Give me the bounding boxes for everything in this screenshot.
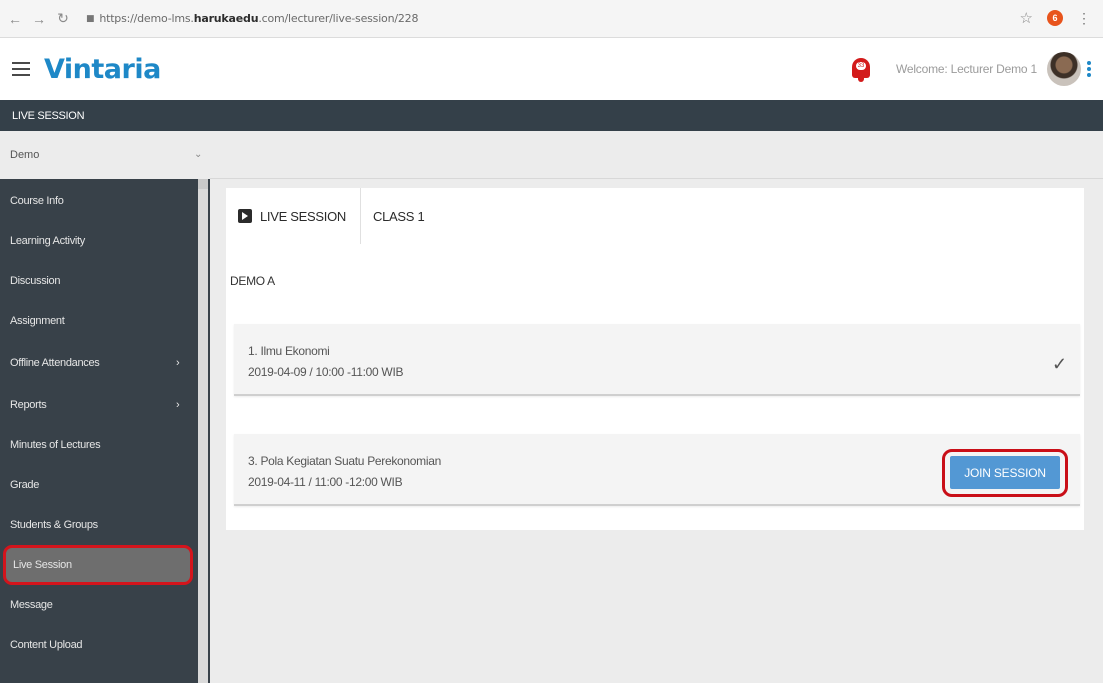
sidebar-item-label: Live Session: [13, 559, 72, 571]
session-title: 3. Pola Kegiatan Suatu Perekonomian: [248, 454, 441, 468]
sidebar-item-grade[interactable]: Grade: [0, 465, 196, 505]
sidebar-item-label: Offline Attendances: [10, 357, 100, 369]
hamburger-menu-icon[interactable]: [12, 62, 30, 76]
sidebar-item-discussion[interactable]: Discussion: [0, 261, 196, 301]
sidebar-item-minutes-of-lectures[interactable]: Minutes of Lectures: [0, 425, 196, 465]
arrow-right-icon[interactable]: →: [30, 10, 48, 28]
sidebar-item-label: Reports: [10, 399, 47, 411]
sidebar-item-course-info[interactable]: Course Info: [0, 181, 196, 221]
sidebar-item-offline-attendances[interactable]: Offline Attendances ›: [0, 343, 196, 383]
tab-live-session[interactable]: LIVE SESSION: [226, 188, 361, 244]
sidebar-item-live-session[interactable]: Live Session: [3, 545, 193, 585]
sidebar-item-label: Minutes of Lectures: [10, 439, 101, 451]
chevron-right-icon: ›: [176, 399, 180, 411]
check-icon: ✓: [1052, 354, 1068, 374]
chevron-right-icon: ›: [176, 357, 180, 369]
reload-icon[interactable]: ↻: [54, 10, 72, 28]
sidebar-item-message[interactable]: Message: [0, 585, 196, 625]
sidebar-item-label: Assignment: [10, 315, 65, 327]
sidebar-scrollbar[interactable]: [198, 185, 208, 683]
tab-label: LIVE SESSION: [260, 208, 346, 224]
welcome-text: Welcome: Lecturer Demo 1: [895, 62, 1037, 76]
avatar[interactable]: [1047, 52, 1081, 86]
user-menu-icon[interactable]: [1087, 61, 1091, 77]
tab-class-1[interactable]: CLASS 1: [361, 188, 425, 244]
browser-toolbar: ← → ↻ ■ https://demo-lms.harukaedu.com/l…: [0, 0, 1103, 38]
sidebar-item-reports[interactable]: Reports ›: [0, 385, 196, 425]
sidebar-item-label: Content Upload: [10, 639, 83, 651]
sidebar-item-label: Learning Activity: [10, 235, 85, 247]
video-camera-icon: [238, 209, 252, 223]
sidebar-item-assignment[interactable]: Assignment: [0, 301, 196, 341]
sidebar-item-label: Grade: [10, 479, 40, 491]
sidebar-item-label: Course Info: [10, 195, 64, 207]
logo[interactable]: Vintaria: [44, 54, 161, 85]
app-header: Vintaria 33 Welcome: Lecturer Demo 1: [0, 38, 1103, 100]
url-text: https://demo-lms.harukaedu.com/lecturer/…: [99, 12, 419, 25]
bookmark-star-icon[interactable]: ☆: [1020, 9, 1033, 27]
group-label: DEMO A: [230, 274, 275, 288]
session-item: 3. Pola Kegiatan Suatu Perekonomian 2019…: [234, 434, 1080, 506]
live-session-card: LIVE SESSION CLASS 1 DEMO A 1. Ilmu Ekon…: [226, 188, 1084, 530]
tab-label: CLASS 1: [373, 208, 425, 224]
chevron-down-icon[interactable]: ⌄: [194, 149, 202, 160]
arrow-left-icon[interactable]: ←: [6, 10, 24, 28]
address-bar[interactable]: ■ https://demo-lms.harukaedu.com/lecture…: [86, 12, 418, 25]
lock-icon: ■: [86, 13, 95, 24]
course-row: Demo ⌄: [0, 131, 1103, 179]
tab-bar: LIVE SESSION CLASS 1: [226, 188, 425, 244]
sidebar-scroll-up[interactable]: [198, 179, 208, 189]
session-title: 1. Ilmu Ekonomi: [248, 344, 330, 358]
join-session-button[interactable]: JOIN SESSION: [950, 456, 1060, 489]
page-title: LIVE SESSION: [0, 100, 1103, 131]
notification-badge: 33: [855, 62, 866, 70]
sidebar-item-label: Discussion: [10, 275, 61, 287]
extension-icon[interactable]: 6: [1047, 10, 1063, 26]
session-item: 1. Ilmu Ekonomi 2019-04-09 / 10:00 -11:0…: [234, 324, 1080, 396]
session-time: 2019-04-09 / 10:00 -11:00 WIB: [248, 365, 404, 379]
browser-menu-icon[interactable]: ⋮: [1077, 10, 1091, 27]
sidebar-item-content-upload[interactable]: Content Upload: [0, 625, 196, 665]
sidebar-item-students-groups[interactable]: Students & Groups: [0, 505, 196, 545]
sidebar-item-label: Message: [10, 599, 53, 611]
session-time: 2019-04-11 / 11:00 -12:00 WIB: [248, 475, 403, 489]
sidebar-item-learning-activity[interactable]: Learning Activity: [0, 221, 196, 261]
sidebar-item-label: Students & Groups: [10, 519, 98, 531]
notification-bell-icon[interactable]: 33: [850, 56, 872, 82]
course-select[interactable]: Demo: [0, 131, 210, 179]
join-session-highlight: JOIN SESSION: [942, 449, 1068, 497]
sidebar: Course Info Learning Activity Discussion…: [0, 179, 210, 683]
